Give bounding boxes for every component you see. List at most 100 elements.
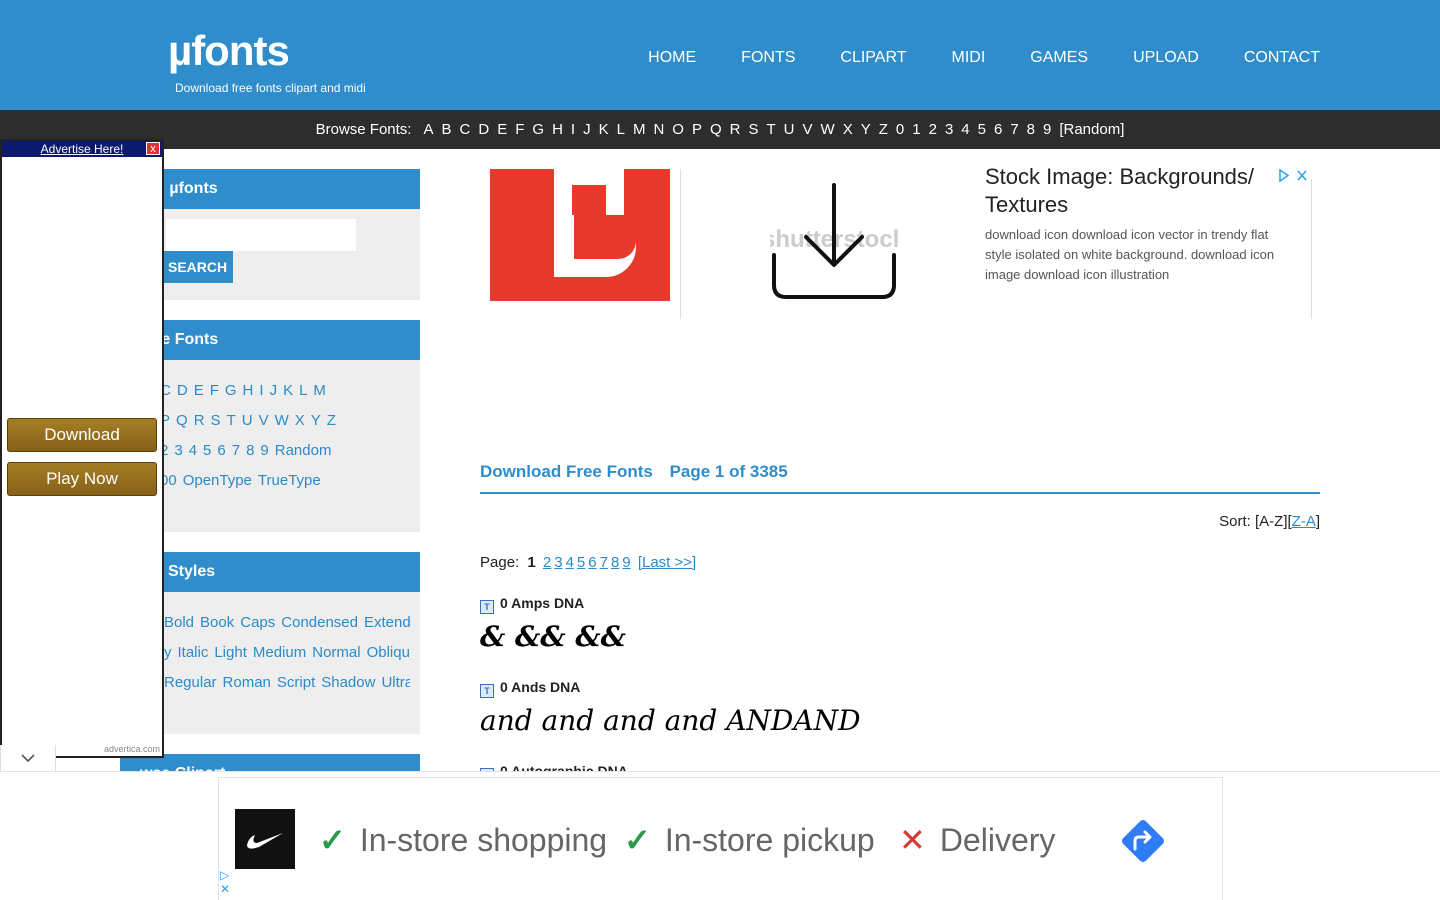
nav-clipart[interactable]: CLIPART [840,49,906,67]
sidebar-link[interactable]: H [243,382,254,399]
sidebar-link[interactable]: TrueType [258,472,321,489]
ad-info-icons[interactable]: ▷ ✕ [220,868,230,896]
sidebar-link[interactable]: V [259,412,269,429]
last-page-link[interactable]: [Last >>] [638,554,696,571]
sidebar-link[interactable]: Y [311,412,321,429]
browse-letter[interactable]: A [423,121,433,138]
nav-upload[interactable]: UPLOAD [1133,49,1199,67]
sidebar-link[interactable]: OpenType [183,472,252,489]
sidebar-link[interactable]: Q [176,412,188,429]
browse-letter[interactable]: W [821,121,835,138]
nav-contact[interactable]: CONTACT [1244,49,1320,67]
sidebar-link[interactable]: K [283,382,293,399]
sidebar-link[interactable]: 7 [232,442,240,459]
browse-letter[interactable]: N [653,121,664,138]
browse-letter[interactable]: V [803,121,813,138]
sidebar-link[interactable]: Z [327,412,336,429]
browse-letter[interactable]: Y [861,121,871,138]
browse-letter[interactable]: O [672,121,684,138]
browse-letter[interactable]: U [784,121,795,138]
sidebar-link[interactable]: R [194,412,205,429]
browse-letter[interactable]: D [478,121,489,138]
sidebar-link[interactable]: D [177,382,188,399]
sidebar-link[interactable]: 8 [246,442,254,459]
browse-letter[interactable]: S [748,121,758,138]
sidebar-link[interactable]: X [295,412,305,429]
browse-letter[interactable]: P [692,121,702,138]
search-button[interactable]: SEARCH [162,251,234,283]
font-preview[interactable]: & && && [480,617,880,657]
sidebar-link[interactable]: y [164,644,172,661]
sidebar-link[interactable]: Medium [253,644,306,661]
browse-letter[interactable]: Z [879,121,888,138]
font-name[interactable]: 0 Autographic DNA [500,763,628,771]
browse-letter[interactable]: 0 [896,121,904,138]
browse-letter[interactable]: 7 [1010,121,1018,138]
sidebar-link[interactable]: G [225,382,237,399]
page-link[interactable]: 6 [588,554,596,571]
font-name[interactable]: 0 Amps DNA [500,595,584,611]
browse-letter[interactable]: Q [710,121,722,138]
sidebar-link[interactable]: 6 [217,442,225,459]
browse-letter[interactable]: [Random] [1059,121,1124,138]
ad-logo-image[interactable] [490,169,670,301]
top-ad-banner[interactable]: shutterstock Stock Image: Backgrounds/ T… [480,164,1312,319]
page-link[interactable]: 4 [566,554,574,571]
sidebar-link[interactable]: Random [275,442,332,459]
sidebar-link[interactable]: 3 [174,442,182,459]
sidebar-link[interactable]: I [259,382,263,399]
nav-home[interactable]: HOME [648,49,696,67]
sidebar-link[interactable]: L [299,382,307,399]
search-input[interactable] [166,219,356,251]
sidebar-link[interactable]: Italic [178,644,209,661]
browse-letter[interactable]: 3 [945,121,953,138]
sidebar-link[interactable]: Caps [240,614,275,631]
page-link[interactable]: 7 [600,554,608,571]
page-link[interactable]: 2 [543,554,551,571]
browse-letter[interactable]: 5 [978,121,986,138]
advertise-link[interactable]: Advertise Here! [41,142,124,156]
font-file-icon[interactable]: T [480,684,494,698]
sidebar-link[interactable]: W [275,412,289,429]
browse-letter[interactable]: T [767,121,776,138]
sidebar-link[interactable]: 4 [189,442,197,459]
ad-download-button[interactable]: Download [7,418,157,452]
browse-letter[interactable]: B [442,121,452,138]
browse-letter[interactable]: J [583,121,591,138]
ad-play-now-button[interactable]: Play Now [7,462,157,496]
sidebar-link[interactable]: Condensed [281,614,358,631]
browse-letter[interactable]: E [497,121,507,138]
font-file-icon[interactable]: T [480,600,494,614]
sidebar-link[interactable]: Oblique [367,644,410,661]
browse-letter[interactable]: X [843,121,853,138]
sidebar-link[interactable]: Normal [312,644,360,661]
browse-letter[interactable]: R [730,121,741,138]
nav-fonts[interactable]: FONTS [741,49,795,67]
sidebar-link[interactable]: 9 [260,442,268,459]
chevron-down-icon[interactable] [0,745,56,773]
ad-description[interactable]: download icon download icon vector in tr… [985,225,1290,285]
bottom-ad[interactable]: ✓ In-store shopping ✓ In-store pickup ✕ Del… [218,777,1223,900]
browse-letter[interactable]: 8 [1027,121,1035,138]
sidebar-link[interactable]: Regular [164,674,217,691]
close-icon[interactable]: x [146,142,160,155]
sidebar-link[interactable]: Roman [223,674,271,691]
sidebar-link[interactable]: Script [277,674,315,691]
browse-letter[interactable]: 9 [1043,121,1051,138]
browse-letter[interactable]: F [515,121,524,138]
download-icon[interactable]: shutterstock [762,183,907,301]
browse-letter[interactable]: 6 [994,121,1002,138]
sidebar-link[interactable]: S [211,412,221,429]
sidebar-link[interactable]: Ultra [381,674,410,691]
page-link[interactable]: 9 [622,554,630,571]
browse-letter[interactable]: G [532,121,544,138]
font-name[interactable]: 0 Ands DNA [500,679,580,695]
sidebar-link[interactable]: J [270,382,278,399]
nav-games[interactable]: GAMES [1030,49,1088,67]
browse-letter[interactable]: L [617,121,625,138]
page-link[interactable]: 3 [554,554,562,571]
directions-icon[interactable] [1119,817,1167,865]
browse-letter[interactable]: 1 [912,121,920,138]
adchoices-icon[interactable] [1278,168,1310,186]
ad-credit[interactable]: advertica.com [104,744,160,754]
